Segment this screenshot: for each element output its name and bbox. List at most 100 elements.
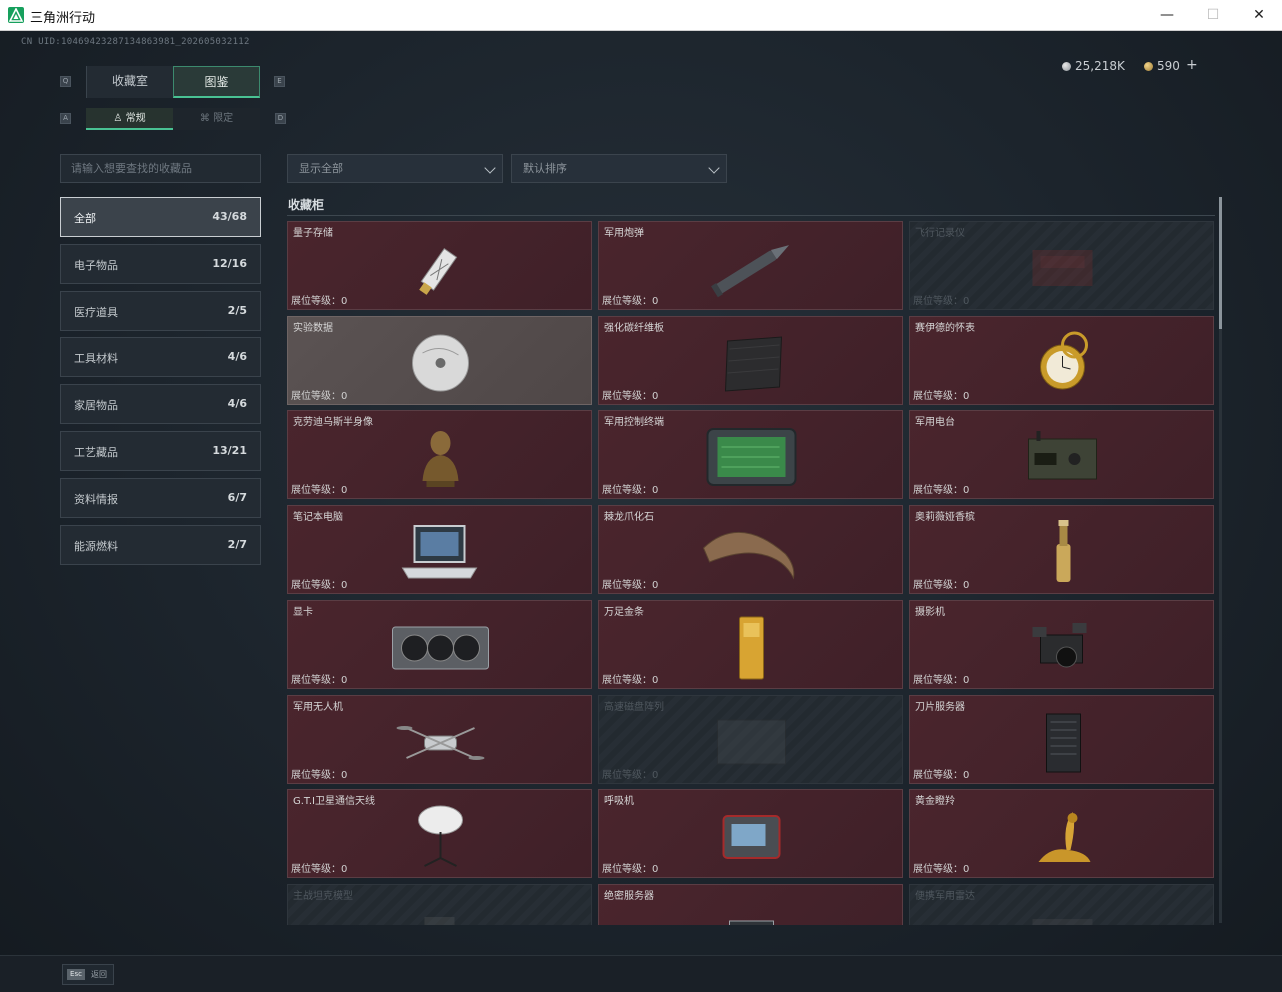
collection-card[interactable]: 强化碳纤维板 展位等级：0 (598, 315, 903, 405)
radar-icon (1032, 918, 1093, 925)
card-name: 军用无人机 (293, 701, 343, 713)
bust-icon (422, 431, 459, 488)
category-count: 13/21 (212, 444, 247, 457)
card-name: 赛伊德的怀表 (915, 322, 975, 334)
category-item[interactable]: 工艺藏品 13/21 (60, 431, 261, 471)
collection-card[interactable]: 呼吸机展位等级：0 (598, 789, 903, 879)
card-name: 军用控制终端 (604, 417, 664, 429)
subtab-regular-label: 常规 (125, 113, 146, 124)
chevron-down-icon (708, 162, 720, 174)
filter-show-dropdown[interactable]: 显示全部 (287, 154, 503, 183)
collection-card[interactable]: 赛伊德的怀表 展位等级：0 (909, 315, 1214, 405)
collection-card[interactable]: 摄影机 展位等级：0 (909, 599, 1214, 689)
section-divider (287, 215, 1215, 216)
uid-label: CN UID:10469423287134863981_202605032112 (21, 37, 250, 47)
category-item[interactable]: 医疗道具 2/5 (60, 290, 261, 331)
drone-icon (396, 725, 485, 760)
collection-card[interactable]: 便携军用雷达 (909, 883, 1214, 925)
section-title: 收藏柜 (288, 198, 325, 212)
subtab-limited[interactable]: ⌘ 限定 (173, 108, 260, 130)
collection-card[interactable]: 显卡 展位等级：0 (287, 599, 592, 689)
category-count: 4/6 (227, 397, 247, 411)
silver-currency: 25,218K (1062, 59, 1125, 73)
disc-icon (412, 334, 469, 392)
card-name: 量子存储 (293, 228, 333, 239)
card-name: 实验数据 (293, 322, 333, 334)
maximize-button[interactable]: ☐ (1190, 0, 1236, 31)
collection-card[interactable]: 主战坦克模型 (287, 883, 592, 925)
category-item[interactable]: 能源燃料 2/7 (60, 524, 261, 565)
collection-card[interactable]: 黄金瞪羚 展位等级：0 (909, 789, 1214, 879)
card-name: 绝密服务器 (604, 890, 654, 902)
category-item[interactable]: 电子物品 12/16 (60, 243, 261, 284)
collection-card[interactable]: 军用无人机 展位等级：0 (287, 694, 592, 784)
card-name: 飞行记录仪 (915, 228, 965, 239)
collection-card[interactable]: 笔记本电脑 展位等级：0 (287, 505, 592, 595)
category-count: 6/7 (227, 490, 247, 504)
category-item[interactable]: 工具材料 4/6 (60, 337, 261, 378)
card-level: 展位等级：0 (602, 296, 659, 307)
collection-card[interactable]: 高速磁盘阵列 展位等级：0 (598, 694, 903, 784)
card-level: 展位等级：0 (913, 864, 970, 876)
collection-card[interactable]: 飞行记录仪展位等级：0 (909, 221, 1214, 310)
silver-amount: 25,218K (1075, 59, 1125, 73)
category-count: 12/16 (212, 256, 247, 270)
card-name: 棘龙爪化石 (604, 512, 654, 524)
collection-card[interactable]: 刀片服务器 展位等级：0 (909, 694, 1214, 784)
card-name: 呼吸机 (604, 796, 634, 808)
sort-value: 默认排序 (523, 162, 567, 175)
category-label: 家居物品 (74, 399, 118, 413)
collection-card[interactable]: 奥莉薇娅香槟 展位等级：0 (909, 505, 1214, 595)
collection-card[interactable]: 军用电台 展位等级：0 (909, 410, 1214, 500)
card-level: 展位等级：0 (291, 864, 348, 876)
collection-card[interactable]: 实验数据展位等级：0 (287, 315, 592, 405)
card-name: 克劳迪乌斯半身像 (293, 417, 373, 429)
collection-grid: 量子存储 展位等级：0 军用炮弹 展位等级：0 飞行记录仪 展位等级：0 实验数据 展位等级：… (287, 221, 1215, 925)
sort-dropdown[interactable]: 默认排序 (511, 154, 727, 183)
category-item[interactable]: 资料情报 6/7 (60, 477, 261, 518)
collection-card[interactable]: 军用炮弹 展位等级：0 (598, 221, 903, 310)
back-button[interactable]: Esc 返回 (62, 964, 114, 985)
category-item[interactable]: 全部 43/68 (60, 197, 261, 237)
minimize-button[interactable]: — (1144, 0, 1190, 31)
search-input[interactable]: 请输入想要查找的收藏品 (60, 154, 261, 183)
gpu-icon (392, 626, 489, 670)
collection-card[interactable]: 量子存储展位等级：0 (287, 221, 592, 310)
secret-server-icon (729, 920, 774, 925)
window-titlebar: 三角洲行动 — ☐ ✕ (0, 0, 1282, 31)
close-button[interactable]: ✕ (1236, 0, 1282, 31)
collection-card[interactable]: 万足金条 展位等级：0 (598, 599, 903, 689)
card-name: 刀片服务器 (915, 701, 965, 713)
card-level: 展位等级：0 (602, 674, 659, 686)
card-level: 展位等级：0 (602, 864, 659, 876)
tab-collection-room[interactable]: 收藏室 (86, 66, 173, 98)
ventilator-icon (722, 815, 781, 860)
category-label: 全部 (74, 212, 96, 225)
bottom-bar: Esc 返回 (0, 955, 1282, 992)
collection-card[interactable]: 克劳迪乌斯半身像 展位等级：0 (287, 410, 592, 500)
card-level: 展位等级：0 (602, 580, 659, 592)
satellite-dish-icon (418, 805, 463, 868)
collection-card[interactable]: 军用控制终端 展位等级：0 (598, 410, 903, 500)
gold-amount: 590 (1157, 59, 1180, 73)
chevron-down-icon (484, 162, 496, 174)
tab-catalog[interactable]: 图鉴 (173, 66, 260, 98)
card-level: 展位等级：0 (913, 674, 970, 686)
scrollbar-thumb[interactable] (1219, 197, 1222, 329)
limited-icon: ⌘ (199, 113, 214, 124)
collection-card[interactable]: G.T.I卫星通信天线 展位等级：0 (287, 789, 592, 879)
filter-show-value: 显示全部 (299, 162, 343, 175)
card-level: 展位等级：0 (291, 296, 348, 307)
add-currency-button[interactable]: + (1186, 57, 1198, 73)
collection-card[interactable]: 绝密服务器 (598, 883, 903, 925)
collection-card[interactable]: 棘龙爪化石展位等级：0 (598, 505, 903, 595)
gold-currency: 590 (1144, 59, 1180, 73)
category-item[interactable]: 家居物品 4/6 (60, 384, 261, 425)
usb-drive-icon (419, 247, 458, 295)
key-hint-e: E (274, 76, 285, 87)
tank-model-icon (424, 916, 455, 925)
card-level: 展位等级：0 (291, 390, 348, 402)
card-name: 便携军用雷达 (915, 890, 975, 902)
subtab-regular[interactable]: ♙ 常规 (86, 108, 173, 130)
card-level: 展位等级：0 (913, 296, 970, 307)
